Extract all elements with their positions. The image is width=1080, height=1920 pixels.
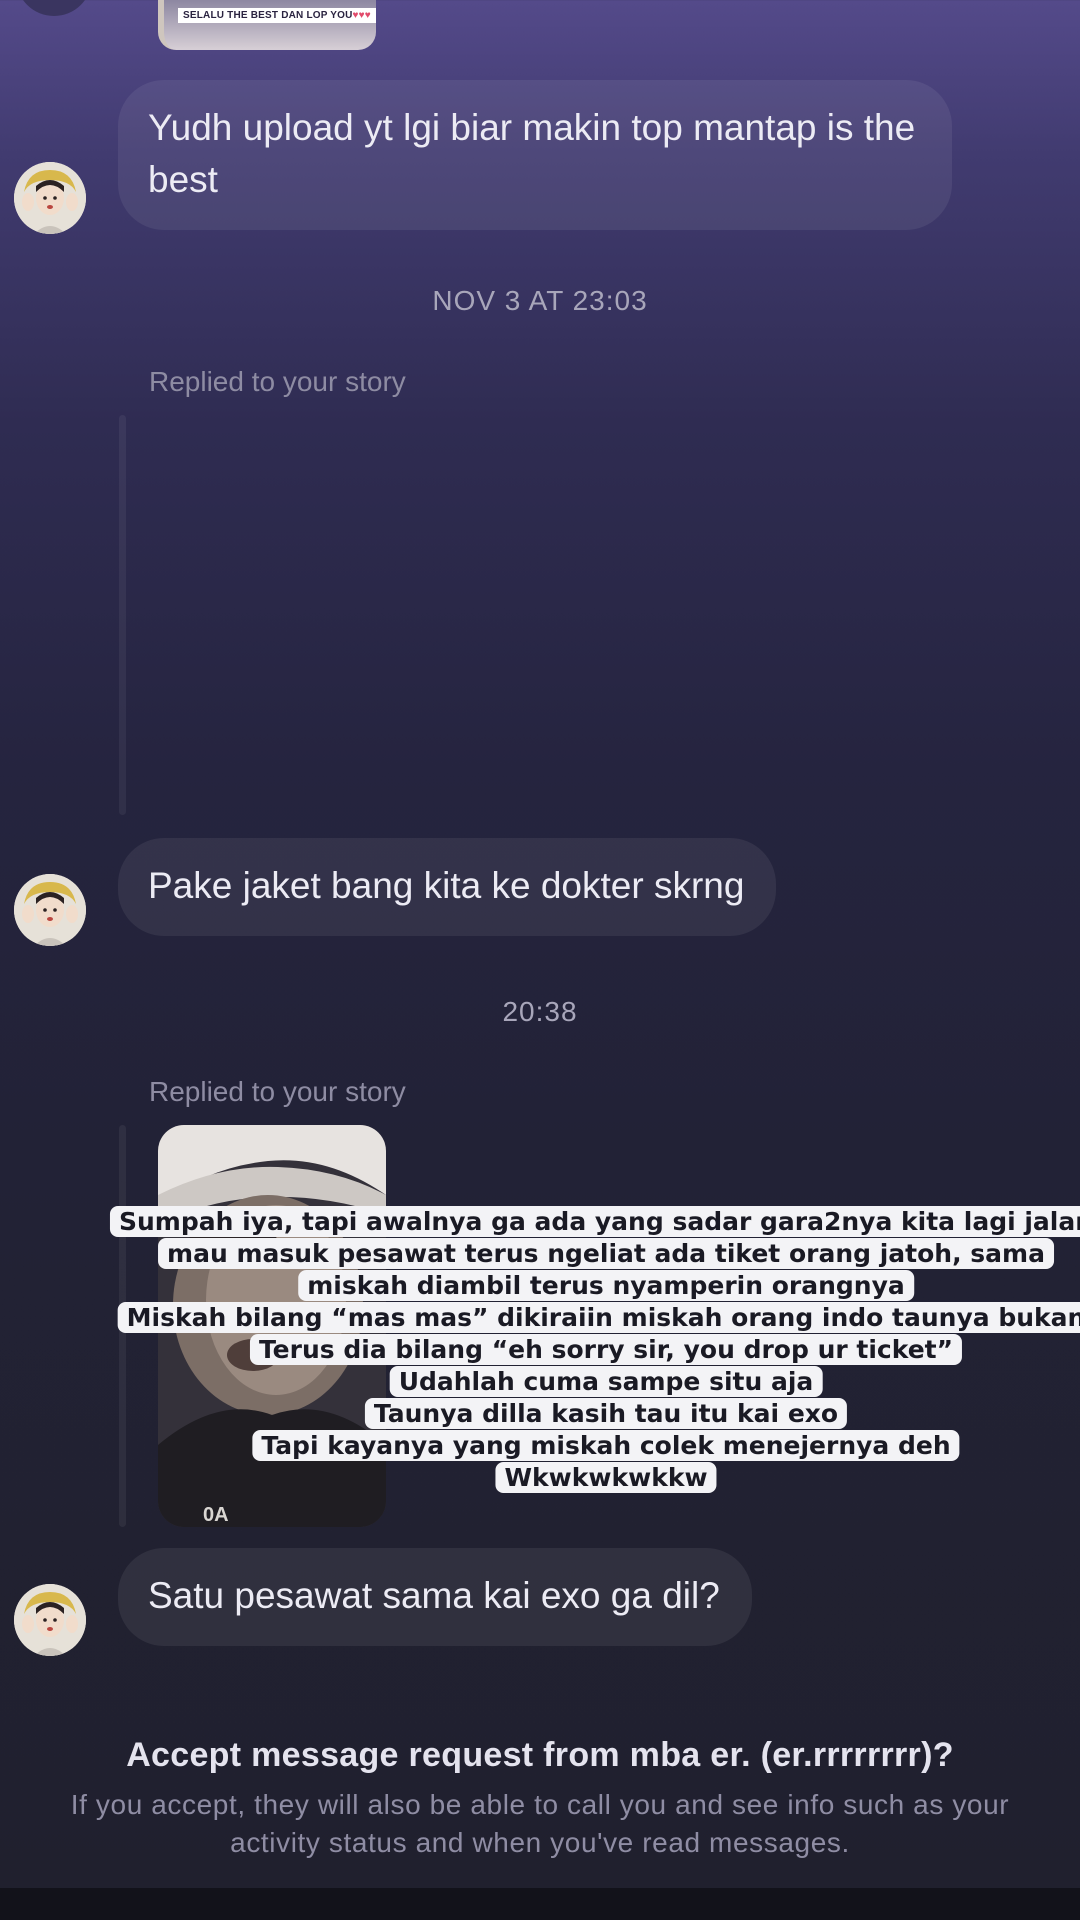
message-bubble[interactable]: Satu pesawat sama kai exo ga dil?: [118, 1548, 752, 1646]
sender-avatar[interactable]: [14, 1584, 86, 1656]
story-caption-line: Sumpah iya, tapi awalnya ga ada yang sad…: [109, 1206, 1080, 1237]
sender-avatar[interactable]: [14, 162, 86, 234]
story-caption-line: Terus dia bilang “eh sorry sir, you drop…: [249, 1334, 963, 1365]
message-text: Satu pesawat sama kai exo ga dil?: [148, 1575, 720, 1616]
sender-avatar[interactable]: [14, 874, 86, 946]
story-thumbnail-caption: SELALU THE BEST DAN LOP YOU♥♥♥: [178, 8, 376, 23]
message-request-title: Accept message request from mba er. (er.…: [126, 1736, 954, 1774]
message-bubble[interactable]: Pake jaket bang kita ke dokter skrng: [118, 838, 777, 936]
story-caption-line: Tapi kayanya yang miskah colek menejerny…: [252, 1430, 960, 1461]
message-request-body: If you accept, they will also be able to…: [70, 1789, 1010, 1858]
timestamp: NOV 3 AT 23:03: [432, 285, 648, 316]
reply-quote-bar: [119, 415, 126, 815]
svg-text:0A: 0A: [203, 1504, 229, 1526]
replied-label: Replied to your story: [149, 1076, 406, 1107]
message-text: Yudh upload yt lgi biar makin top mantap…: [148, 107, 916, 200]
story-thumbnail-top[interactable]: SELALU THE BEST DAN LOP YOU♥♥♥: [158, 0, 376, 50]
story-caption-line: mau masuk pesawat terus ngeliat ada tike…: [158, 1238, 1054, 1269]
story-caption-line: Udahlah cuma sampe situ aja: [389, 1366, 823, 1397]
story-caption-line: Miskah bilang “mas mas” dikiraiin miskah…: [117, 1302, 1080, 1333]
replied-label: Replied to your story: [149, 366, 406, 397]
story-caption-line: Wkwkwkwkkw: [495, 1462, 717, 1493]
timestamp: 20:38: [502, 996, 578, 1027]
story-caption-line: miskah diambil terus nyamperin orangnya: [298, 1270, 914, 1301]
message-text: Pake jaket bang kita ke dokter skrng: [148, 865, 745, 906]
bottom-action-bar: [0, 1888, 1080, 1920]
avatar-partial: [16, 0, 92, 16]
heart-icons: ♥♥♥: [352, 10, 371, 21]
message-bubble[interactable]: Yudh upload yt lgi biar makin top mantap…: [118, 80, 952, 230]
story-caption-line: Taunya dilla kasih tau itu kai exo: [364, 1398, 848, 1429]
